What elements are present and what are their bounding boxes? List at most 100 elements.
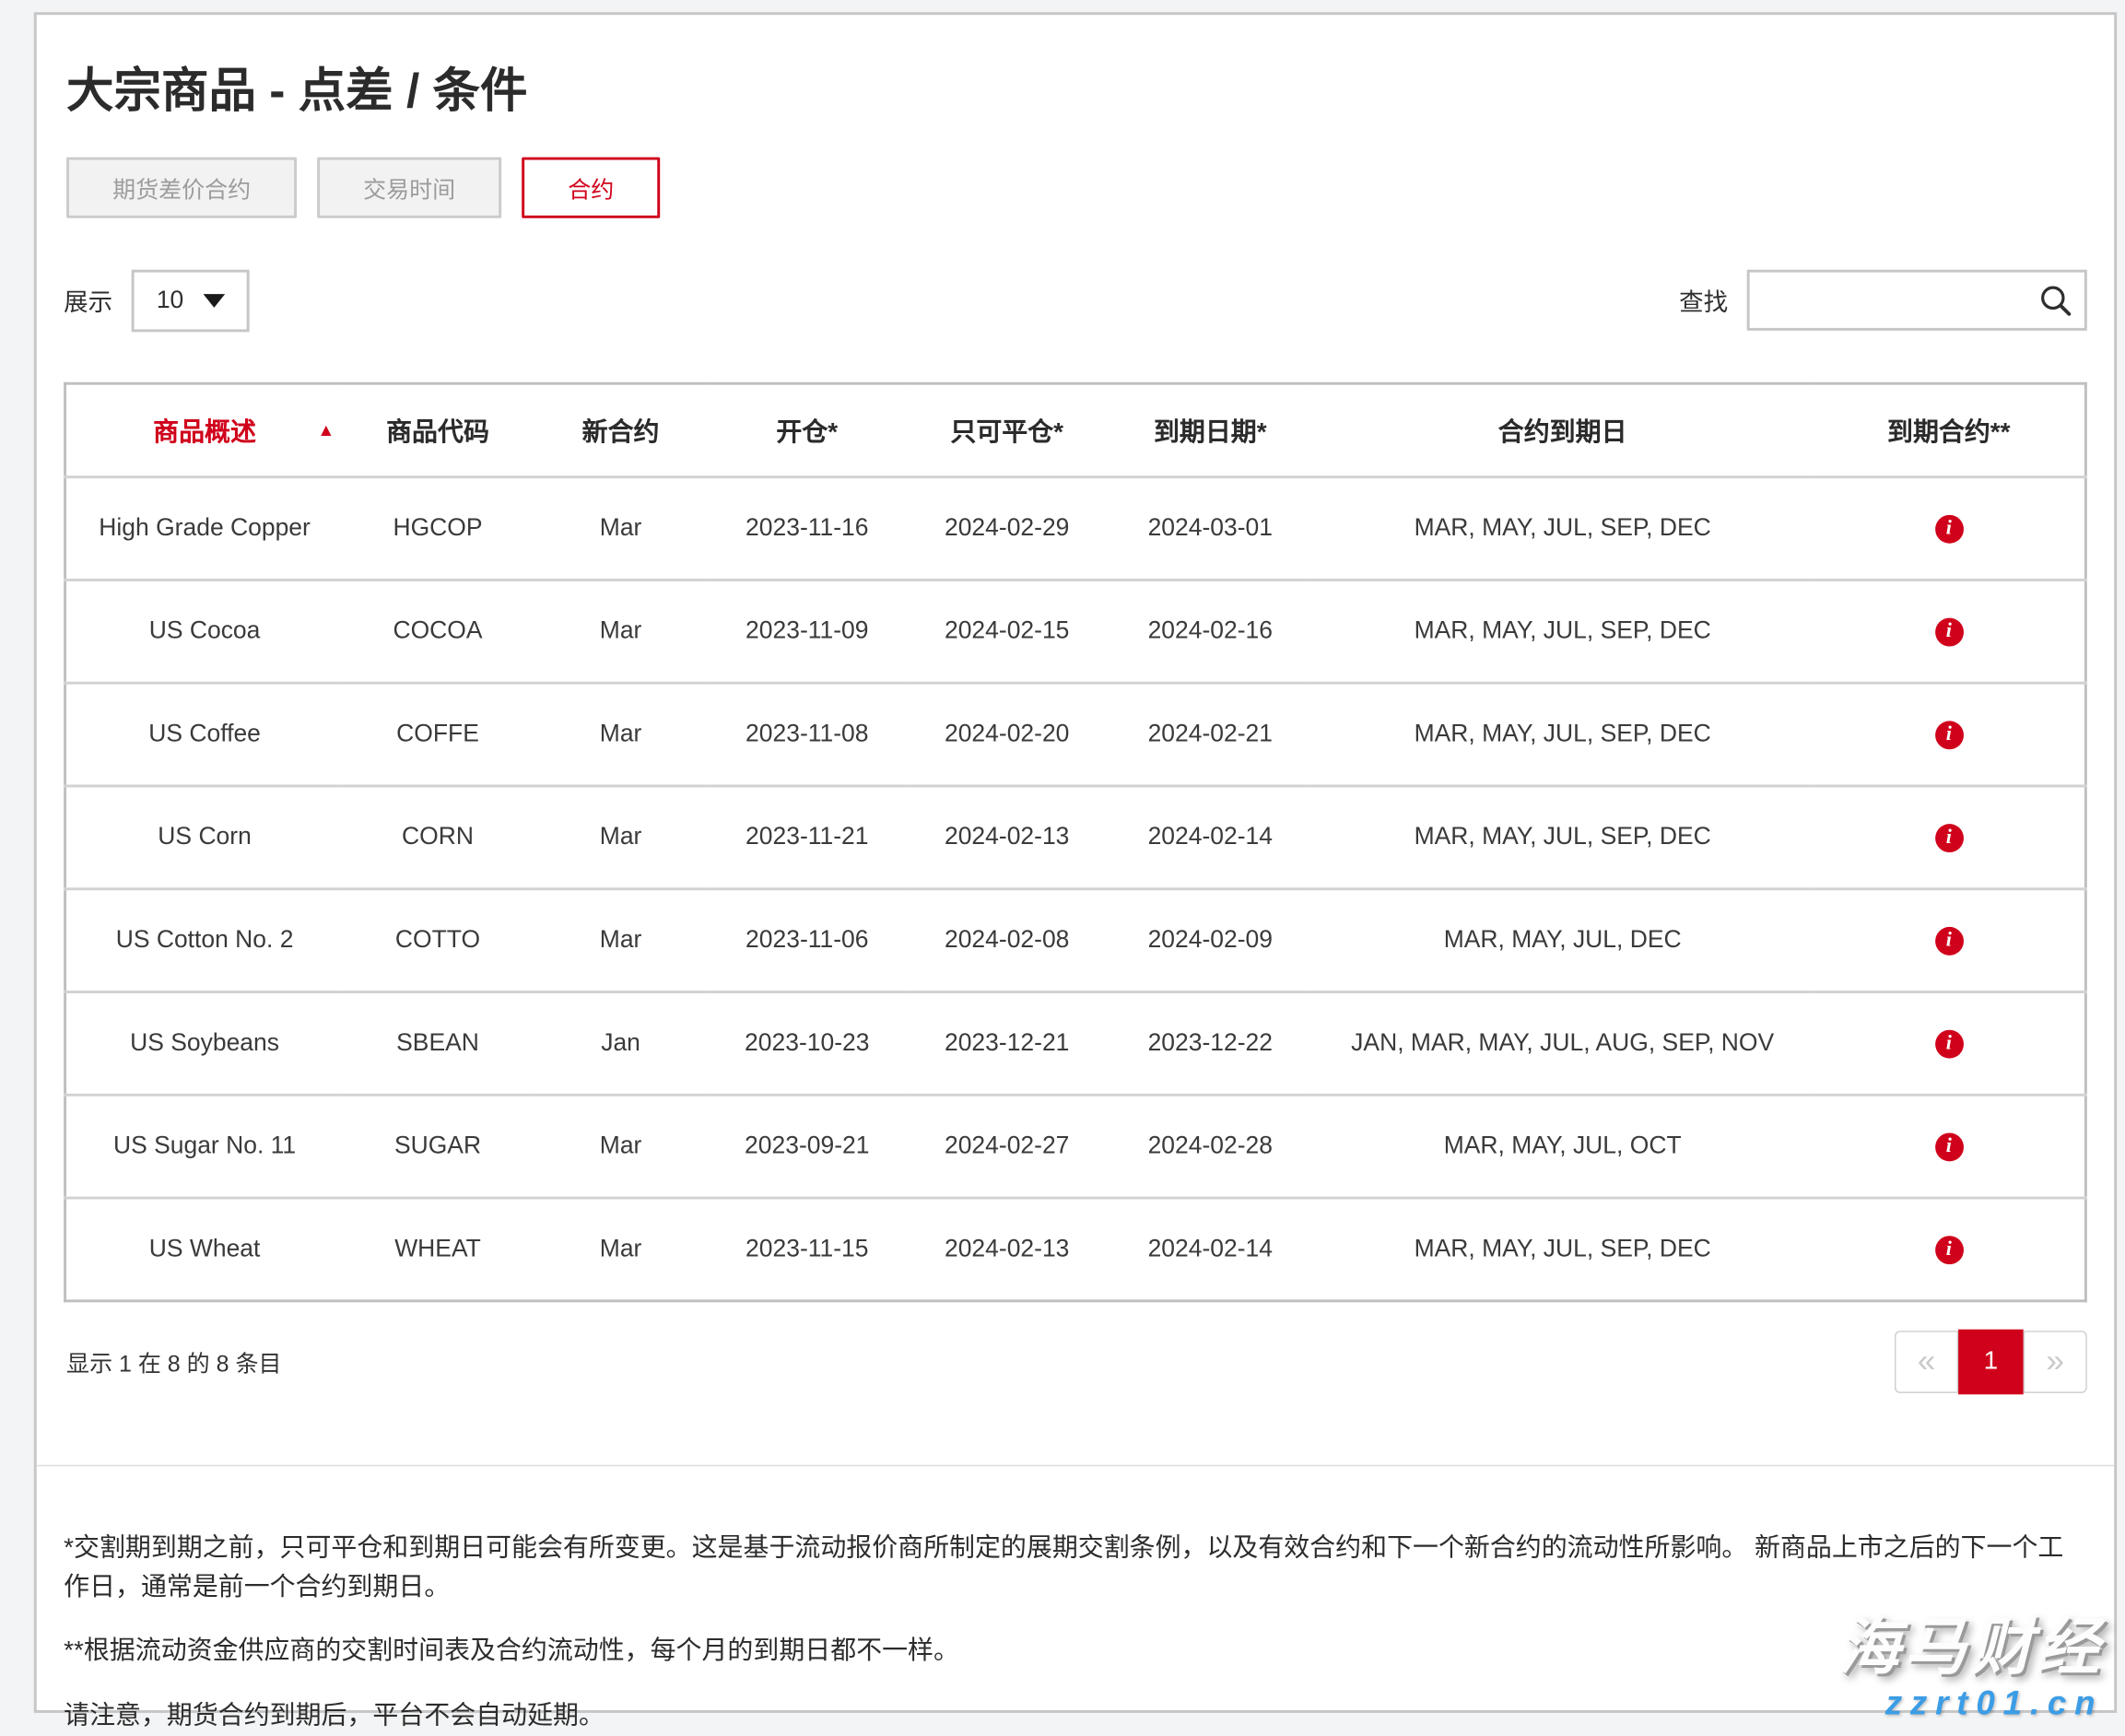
table-header-row: 商品概述 ▲ 商品代码 新合约 开仓* 只可平仓* 到期日期* 合约到期日 到期合约** bbox=[65, 382, 2086, 475]
cell-expiring-contract: i bbox=[1814, 682, 2086, 785]
column-header-label: 新合约 bbox=[582, 418, 660, 447]
cell-contract-months: MAR, MAY, JUL, SEP, DEC bbox=[1312, 580, 1814, 683]
entries-info: 显示 1 在 8 的 8 条目 bbox=[66, 1344, 281, 1378]
cell-contract-months: MAR, MAY, JUL, OCT bbox=[1312, 1095, 1814, 1198]
page-title: 大宗商品 - 点差 / 条件 bbox=[66, 61, 2087, 123]
cell-code: COTTO bbox=[343, 888, 533, 991]
tab-bar: 期货差价合约 交易时间 合约 bbox=[66, 157, 2087, 217]
table-controls: 展示 10 查找 bbox=[64, 269, 2087, 332]
cell-new-contract: Mar bbox=[533, 580, 709, 683]
footnotes: *交割期到期之前，只可平仓和到期日可能会有所变更。这是基于流动报价商所制定的展期… bbox=[64, 1528, 2087, 1736]
column-header-label: 开仓* bbox=[776, 418, 838, 447]
cell-close-only: 2024-02-20 bbox=[905, 682, 1109, 785]
footnote-no-rollover: 请注意，期货合约到期后，平台不会自动延期。 bbox=[64, 1696, 2087, 1736]
sort-asc-icon: ▲ bbox=[317, 419, 335, 440]
cell-open: 2023-10-23 bbox=[709, 991, 905, 1095]
cell-close-only: 2024-02-13 bbox=[905, 785, 1109, 888]
cell-expiry-date: 2024-02-09 bbox=[1109, 888, 1312, 991]
cell-code: CORN bbox=[343, 785, 533, 888]
tab-futures-cfd[interactable]: 期货差价合约 bbox=[66, 157, 297, 217]
page-size-group: 展示 10 bbox=[64, 269, 249, 332]
cell-close-only: 2024-02-08 bbox=[905, 888, 1109, 991]
cell-contract-months: MAR, MAY, JUL, SEP, DEC bbox=[1312, 682, 1814, 785]
column-header-7[interactable]: 合约到期日 bbox=[1312, 382, 1814, 475]
info-icon[interactable]: i bbox=[1934, 721, 1963, 749]
cell-code: HGCOP bbox=[343, 476, 533, 580]
column-header-label: 到期日期* bbox=[1154, 418, 1267, 447]
cell-contract-months: JAN, MAR, MAY, JUL, AUG, SEP, NOV bbox=[1312, 991, 1814, 1095]
cell-overview: US Coffee bbox=[65, 682, 343, 785]
column-header-4[interactable]: 开仓* bbox=[709, 382, 905, 475]
pagination-prev-button[interactable]: « bbox=[1895, 1330, 1958, 1392]
cell-contract-months: MAR, MAY, JUL, SEP, DEC bbox=[1312, 1197, 1814, 1300]
cell-expiring-contract: i bbox=[1814, 476, 2086, 580]
column-header-1[interactable]: 商品概述 ▲ bbox=[65, 382, 343, 475]
cell-expiring-contract: i bbox=[1814, 1197, 2086, 1300]
cell-code: SBEAN bbox=[343, 991, 533, 1095]
cell-close-only: 2024-02-29 bbox=[905, 476, 1109, 580]
column-header-label: 到期合约** bbox=[1887, 418, 2011, 447]
info-icon[interactable]: i bbox=[1934, 1132, 1963, 1161]
cell-code: COCOA bbox=[343, 580, 533, 683]
page-size-value: 10 bbox=[157, 286, 183, 314]
notes-divider bbox=[37, 1464, 2115, 1465]
table-row: US CornCORNMar2023-11-212024-02-132024-0… bbox=[65, 785, 2086, 888]
table-row: US WheatWHEATMar2023-11-152024-02-132024… bbox=[65, 1197, 2086, 1300]
cell-open: 2023-09-21 bbox=[709, 1095, 905, 1198]
cell-expiring-contract: i bbox=[1814, 785, 2086, 888]
column-header-6[interactable]: 到期日期* bbox=[1109, 382, 1312, 475]
info-icon[interactable]: i bbox=[1934, 1030, 1963, 1059]
cell-code: WHEAT bbox=[343, 1197, 533, 1300]
info-icon[interactable]: i bbox=[1934, 927, 1963, 956]
table-row: US Cotton No. 2COTTOMar2023-11-062024-02… bbox=[65, 888, 2086, 991]
cell-new-contract: Mar bbox=[533, 785, 709, 888]
info-icon[interactable]: i bbox=[1934, 515, 1963, 544]
search-input[interactable] bbox=[1747, 270, 2087, 331]
chevron-down-icon bbox=[203, 293, 225, 307]
search-icon bbox=[2038, 283, 2073, 318]
tab-contracts[interactable]: 合约 bbox=[522, 157, 660, 217]
cell-expiry-date: 2024-02-14 bbox=[1109, 785, 1312, 888]
cell-close-only: 2024-02-27 bbox=[905, 1095, 1109, 1198]
column-header-2[interactable]: 商品代码 bbox=[343, 382, 533, 475]
cell-expiry-date: 2024-03-01 bbox=[1109, 476, 1312, 580]
cell-contract-months: MAR, MAY, JUL, SEP, DEC bbox=[1312, 785, 1814, 888]
column-header-3[interactable]: 新合约 bbox=[533, 382, 709, 475]
show-label: 展示 bbox=[64, 283, 112, 318]
cell-expiring-contract: i bbox=[1814, 991, 2086, 1095]
page-size-select[interactable]: 10 bbox=[132, 269, 250, 332]
column-header-label: 只可平仓* bbox=[950, 418, 1063, 447]
info-icon[interactable]: i bbox=[1934, 1236, 1963, 1264]
cell-open: 2023-11-21 bbox=[709, 785, 905, 888]
table-row: US Sugar No. 11SUGARMar2023-09-212024-02… bbox=[65, 1095, 2086, 1198]
cell-new-contract: Mar bbox=[533, 888, 709, 991]
column-header-label: 商品概述 bbox=[153, 418, 256, 447]
info-icon[interactable]: i bbox=[1934, 824, 1963, 852]
column-header-8[interactable]: 到期合约** bbox=[1814, 382, 2086, 475]
table-row: US SoybeansSBEANJan2023-10-232023-12-212… bbox=[65, 991, 2086, 1095]
cell-open: 2023-11-06 bbox=[709, 888, 905, 991]
cell-close-only: 2023-12-21 bbox=[905, 991, 1109, 1095]
cell-overview: High Grade Copper bbox=[65, 476, 343, 580]
cell-open: 2023-11-15 bbox=[709, 1197, 905, 1300]
cell-overview: US Cocoa bbox=[65, 580, 343, 683]
pagination: « 1 » bbox=[1895, 1329, 2087, 1394]
search-group: 查找 bbox=[1679, 270, 2087, 331]
pagination-next-button[interactable]: » bbox=[2024, 1330, 2087, 1392]
info-icon[interactable]: i bbox=[1934, 618, 1963, 647]
tab-trading-hours[interactable]: 交易时间 bbox=[317, 157, 501, 217]
cell-close-only: 2024-02-13 bbox=[905, 1197, 1109, 1300]
cell-code: SUGAR bbox=[343, 1095, 533, 1198]
cell-new-contract: Mar bbox=[533, 682, 709, 785]
pagination-page-1[interactable]: 1 bbox=[1958, 1329, 2024, 1394]
cell-code: COFFE bbox=[343, 682, 533, 785]
cell-overview: US Cotton No. 2 bbox=[65, 888, 343, 991]
cell-open: 2023-11-09 bbox=[709, 580, 905, 683]
cell-new-contract: Jan bbox=[533, 991, 709, 1095]
column-header-5[interactable]: 只可平仓* bbox=[905, 382, 1109, 475]
table-row: US CocoaCOCOAMar2023-11-092024-02-152024… bbox=[65, 580, 2086, 683]
cell-open: 2023-11-16 bbox=[709, 476, 905, 580]
cell-expiry-date: 2024-02-14 bbox=[1109, 1197, 1312, 1300]
cell-expiring-contract: i bbox=[1814, 888, 2086, 991]
cell-expiry-date: 2024-02-28 bbox=[1109, 1095, 1312, 1198]
